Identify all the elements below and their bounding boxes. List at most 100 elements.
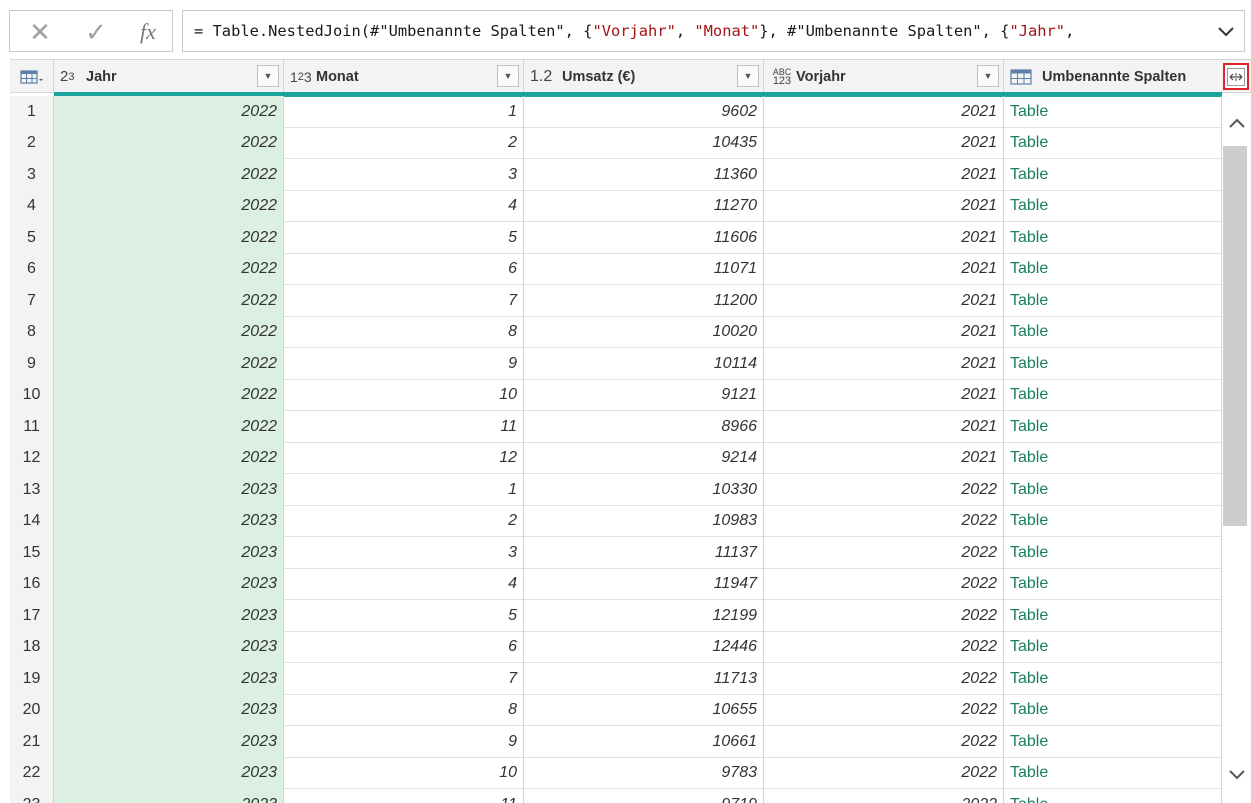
formula-text-suffix: , (1065, 22, 1075, 40)
cell-table-link[interactable]: Table (1004, 253, 1222, 285)
chevron-up-icon[interactable] (1222, 112, 1251, 134)
cell-table-link[interactable]: Table (1004, 222, 1222, 254)
row-index[interactable]: 5 (10, 222, 54, 254)
cell-umsatz: 11270 (524, 190, 764, 222)
cell-jahr: 2023 (54, 474, 284, 506)
cell-table-link[interactable]: Table (1004, 600, 1222, 632)
cell-monat: 10 (284, 379, 524, 411)
chevron-down-icon[interactable]: ▼ (257, 65, 279, 87)
cell-monat: 12 (284, 442, 524, 474)
column-header-jahr[interactable]: 23 Jahr ▼ (54, 60, 284, 93)
column-header-monat[interactable]: 123 Monat ▼ (284, 60, 524, 93)
fx-button[interactable]: fx (128, 17, 168, 47)
cell-table-link[interactable]: Table (1004, 568, 1222, 600)
whole-number-type-icon[interactable]: 123 (290, 69, 314, 85)
row-index[interactable]: 6 (10, 253, 54, 285)
row-index[interactable]: 2 (10, 127, 54, 159)
row-index[interactable]: 14 (10, 505, 54, 537)
cell-table-link[interactable]: Table (1004, 726, 1222, 758)
cell-monat: 3 (284, 537, 524, 569)
cell-table-link[interactable]: Table (1004, 757, 1222, 789)
row-index[interactable]: 19 (10, 663, 54, 695)
column-header-umbenannte-spalten[interactable]: Umbenannte Spalten (1004, 60, 1251, 93)
chevron-down-icon[interactable] (1214, 21, 1238, 43)
column-header-umsatz[interactable]: 1.2 Umsatz (€) ▼ (524, 60, 764, 93)
cell-jahr: 2022 (54, 379, 284, 411)
cell-monat: 9 (284, 726, 524, 758)
scrollbar-thumb[interactable] (1223, 146, 1247, 526)
row-index[interactable]: 12 (10, 442, 54, 474)
cell-table-link[interactable]: Table (1004, 379, 1222, 411)
cell-table-link[interactable]: Table (1004, 127, 1222, 159)
vertical-scrollbar[interactable] (1222, 96, 1251, 803)
cell-vorjahr: 2022 (764, 474, 1004, 506)
whole-number-type-icon[interactable]: 23 (60, 68, 84, 85)
cell-table-link[interactable]: Table (1004, 159, 1222, 191)
cell-monat: 3 (284, 159, 524, 191)
row-index[interactable]: 8 (10, 316, 54, 348)
row-index[interactable]: 15 (10, 537, 54, 569)
cell-jahr: 2023 (54, 726, 284, 758)
cell-table-link[interactable]: Table (1004, 537, 1222, 569)
column-header-vorjahr[interactable]: ABC 123 Vorjahr ▼ (764, 60, 1004, 93)
row-index[interactable]: 13 (10, 474, 54, 506)
cell-table-link[interactable]: Table (1004, 348, 1222, 380)
cell-umsatz: 10114 (524, 348, 764, 380)
grid-header: 23 Jahr ▼ 123 Monat ▼ 1.2 Umsatz (€) ▼ A… (10, 59, 1251, 97)
expand-column-button[interactable] (1223, 63, 1249, 90)
row-index[interactable]: 9 (10, 348, 54, 380)
cell-umsatz: 12199 (524, 600, 764, 632)
cell-umsatz: 10435 (524, 127, 764, 159)
chevron-down-icon[interactable]: ▼ (977, 65, 999, 87)
cell-table-link[interactable]: Table (1004, 474, 1222, 506)
cell-jahr: 2023 (54, 505, 284, 537)
row-index[interactable]: 16 (10, 568, 54, 600)
table-menu-button[interactable] (10, 60, 54, 93)
row-index[interactable]: 10 (10, 379, 54, 411)
cell-table-link[interactable]: Table (1004, 96, 1222, 128)
cell-table-link[interactable]: Table (1004, 694, 1222, 726)
check-icon[interactable]: ✓ (76, 17, 116, 47)
row-index[interactable]: 7 (10, 285, 54, 317)
cell-table-link[interactable]: Table (1004, 316, 1222, 348)
cell-table-link[interactable]: Table (1004, 190, 1222, 222)
row-index[interactable]: 21 (10, 726, 54, 758)
row-index[interactable]: 20 (10, 694, 54, 726)
row-index[interactable]: 18 (10, 631, 54, 663)
cell-table-link[interactable]: Table (1004, 285, 1222, 317)
cell-monat: 8 (284, 694, 524, 726)
cell-vorjahr: 2021 (764, 159, 1004, 191)
cell-jahr: 2022 (54, 127, 284, 159)
formula-text-prefix: = Table.NestedJoin(#"Umbenannte Spalten"… (194, 22, 593, 40)
data-grid: 23 Jahr ▼ 123 Monat ▼ 1.2 Umsatz (€) ▼ A… (10, 59, 1251, 803)
cell-table-link[interactable]: Table (1004, 663, 1222, 695)
cell-table-link[interactable]: Table (1004, 505, 1222, 537)
cell-vorjahr: 2021 (764, 253, 1004, 285)
row-index[interactable]: 11 (10, 411, 54, 443)
chevron-down-icon[interactable]: ▼ (497, 65, 519, 87)
cell-jahr: 2022 (54, 190, 284, 222)
close-icon[interactable]: ✕ (20, 17, 60, 47)
cell-vorjahr: 2021 (764, 96, 1004, 128)
cell-table-link[interactable]: Table (1004, 789, 1222, 803)
table-row: 13 2023 1 10330 2022 Table (10, 474, 1222, 506)
any-type-icon[interactable]: ABC 123 (770, 67, 794, 86)
cell-jahr: 2023 (54, 789, 284, 803)
cell-table-link[interactable]: Table (1004, 631, 1222, 663)
chevron-down-icon[interactable]: ▼ (737, 65, 759, 87)
row-index[interactable]: 22 (10, 757, 54, 789)
row-index[interactable]: 17 (10, 600, 54, 632)
decimal-type-icon[interactable]: 1.2 (530, 68, 554, 86)
cell-vorjahr: 2021 (764, 190, 1004, 222)
cell-table-link[interactable]: Table (1004, 411, 1222, 443)
cell-monat: 9 (284, 348, 524, 380)
cell-table-link[interactable]: Table (1004, 442, 1222, 474)
row-index[interactable]: 23 (10, 789, 54, 803)
formula-input[interactable]: = Table.NestedJoin(#"Umbenannte Spalten"… (182, 10, 1245, 52)
cell-vorjahr: 2022 (764, 789, 1004, 803)
row-index[interactable]: 1 (10, 96, 54, 128)
table-row: 17 2023 5 12199 2022 Table (10, 600, 1222, 632)
chevron-down-icon[interactable] (1222, 764, 1251, 786)
row-index[interactable]: 3 (10, 159, 54, 191)
row-index[interactable]: 4 (10, 190, 54, 222)
